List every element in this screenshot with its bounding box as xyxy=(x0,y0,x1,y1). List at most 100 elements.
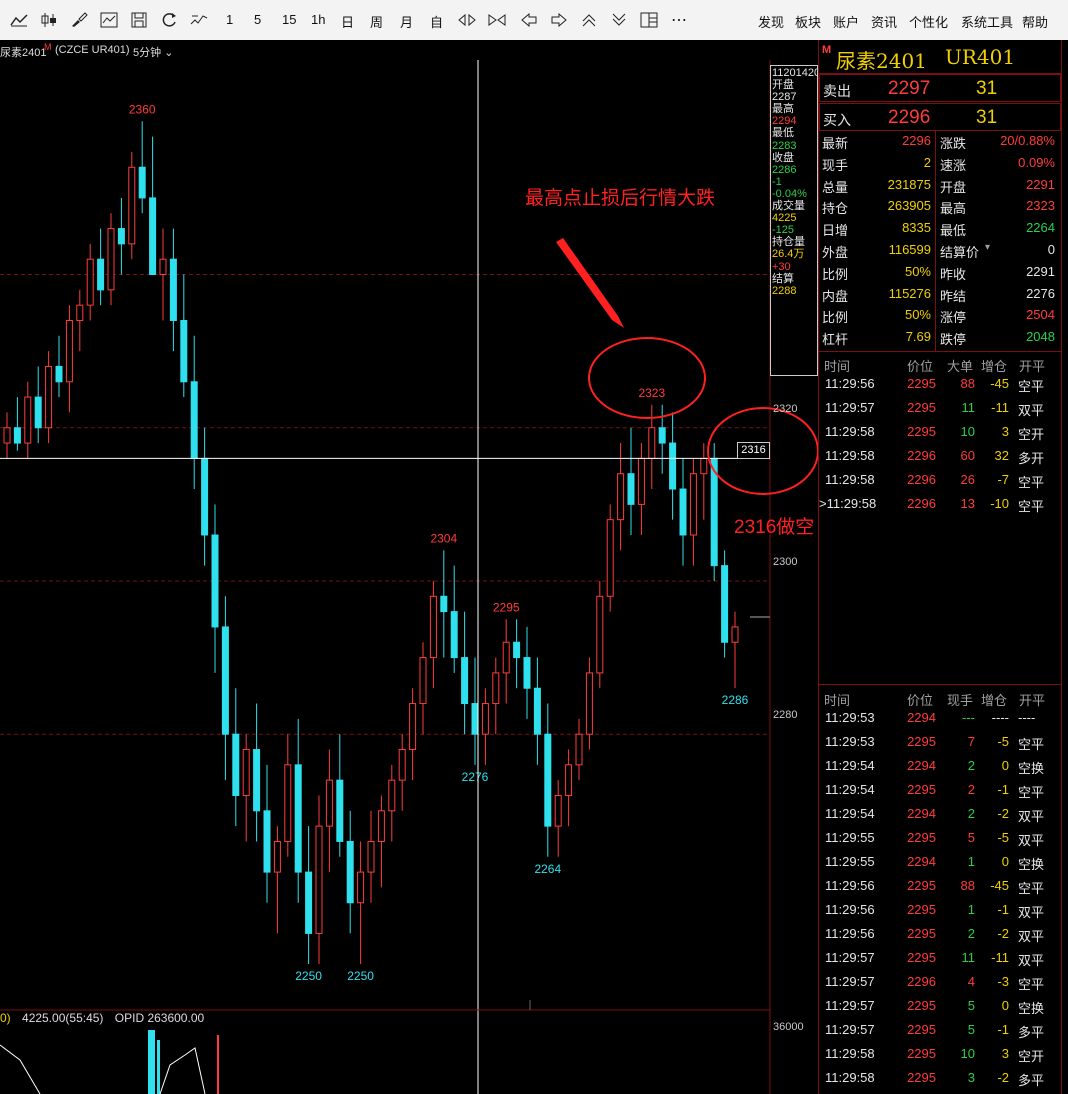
candle-icon[interactable] xyxy=(38,9,60,31)
row-time: 11:29:57 xyxy=(825,1022,875,1037)
table-row[interactable]: 11:29:56 2295 88 -45 空平 xyxy=(819,876,1061,900)
candle xyxy=(357,841,365,965)
save-icon[interactable] xyxy=(128,9,150,31)
row-volume: 26 xyxy=(960,472,975,487)
row-delta: 0 xyxy=(1001,758,1009,773)
table-header: 增仓 xyxy=(981,693,1008,708)
table-header: 现手 xyxy=(947,693,974,708)
brush-icon[interactable] xyxy=(68,9,90,31)
signal-icon[interactable] xyxy=(188,9,210,31)
table-row[interactable]: 11:29:57 2295 11 -11 双平 xyxy=(819,398,1061,422)
table-row[interactable]: >11:29:58 2296 13 -10 空平 xyxy=(819,494,1061,518)
interval-week[interactable]: 周 xyxy=(370,12,383,31)
table-row[interactable]: 11:29:57 2295 11 -11 双平 xyxy=(819,948,1061,972)
interval-15[interactable]: 15 xyxy=(282,12,296,27)
caret-down-icon[interactable]: ▾ xyxy=(985,242,990,253)
row-type: 空平 xyxy=(1018,881,1045,896)
arrow-left-icon[interactable] xyxy=(518,9,540,31)
data-window-value: -125 xyxy=(772,224,795,237)
candle-body-up xyxy=(65,319,73,383)
table-row[interactable]: 11:29:54 2294 2 -2 双平 xyxy=(819,804,1061,828)
table-row[interactable]: 11:29:57 2295 5 -1 多平 xyxy=(819,1020,1061,1044)
candle xyxy=(513,619,521,689)
table-row[interactable]: 11:29:54 2295 2 -1 空平 xyxy=(819,780,1061,804)
menu-help[interactable]: 帮助 xyxy=(1022,12,1048,31)
stat-label: 跌停 xyxy=(940,332,967,348)
stat-value: 2504 xyxy=(1026,307,1055,323)
interval-1[interactable]: 1 xyxy=(226,12,233,27)
data-window-value: 4225 xyxy=(772,212,797,225)
candlestick-chart[interactable]: 2360 2304 2295 2323 2276 2264 2250 2250 2286 231… xyxy=(0,60,818,1094)
low-price-label: 2264 xyxy=(534,862,561,876)
table-row[interactable]: 11:29:56 2295 88 -45 空平 xyxy=(819,374,1061,398)
period-selector[interactable]: 5分钟 ⌄ xyxy=(133,44,173,60)
trend-line-icon[interactable] xyxy=(8,9,30,31)
candle xyxy=(637,443,645,535)
bowtie-icon[interactable] xyxy=(486,9,508,31)
table-row[interactable]: 11:29:56 2295 1 -1 双平 xyxy=(819,900,1061,924)
menu-system-tools[interactable]: 系统工具 xyxy=(961,12,1013,31)
bid-row[interactable]: 买入 2296 31 xyxy=(819,103,1061,131)
candle xyxy=(305,826,313,965)
table-row[interactable]: 11:29:56 2295 2 -2 双平 xyxy=(819,924,1061,948)
candle xyxy=(149,136,157,276)
menu-news[interactable]: 资讯 xyxy=(871,12,897,31)
row-type: 双平 xyxy=(1018,929,1045,944)
menu-personalize[interactable]: 个性化 xyxy=(909,12,948,31)
menu-sector[interactable]: 板块 xyxy=(795,12,821,31)
layout-icon[interactable] xyxy=(638,9,660,31)
low-price-label: 2276 xyxy=(462,770,489,784)
table-row[interactable]: 11:29:58 2296 26 -7 空平 xyxy=(819,470,1061,494)
interval-month[interactable]: 月 xyxy=(400,12,413,31)
stat-label: 昨收 xyxy=(940,266,967,282)
stat-label: 涨跌 xyxy=(940,136,967,151)
arrow-right-icon[interactable] xyxy=(548,9,570,31)
interval-5[interactable]: 5 xyxy=(254,12,261,27)
high-price-label: 2360 xyxy=(129,102,156,116)
candle-body-up xyxy=(429,595,437,659)
table-row[interactable]: 11:29:58 2295 10 3 空开 xyxy=(819,1044,1061,1068)
refresh-icon[interactable] xyxy=(158,9,180,31)
candle-body-down xyxy=(190,381,198,459)
interval-custom[interactable]: 自 xyxy=(430,12,443,31)
row-volume: 88 xyxy=(960,878,975,893)
table-row[interactable]: 11:29:58 2295 3 -2 多平 xyxy=(819,1068,1061,1092)
volume-pane-header: 0) 4225.00(55:45) OPID 263600.00 xyxy=(0,1011,204,1025)
table-row[interactable]: 11:29:54 2294 2 0 空换 xyxy=(819,756,1061,780)
period-marker: M xyxy=(44,42,52,52)
indicator-icon[interactable] xyxy=(98,9,120,31)
row-type: 双平 xyxy=(1018,403,1045,418)
candle-body-up xyxy=(24,396,32,444)
table-row[interactable]: 11:29:57 2296 4 -3 空平 xyxy=(819,972,1061,996)
table-row[interactable]: 11:29:53 2294 --- ---- ---- xyxy=(819,708,1061,732)
table-row[interactable]: 11:29:55 2294 1 0 空换 xyxy=(819,852,1061,876)
table-row[interactable]: 11:29:53 2295 7 -5 空平 xyxy=(819,732,1061,756)
more-icon[interactable]: ⋯ xyxy=(668,9,690,31)
interval-day[interactable]: 日 xyxy=(341,12,354,31)
row-type: 空平 xyxy=(1018,499,1045,514)
row-time: 11:29:58 xyxy=(825,448,875,463)
ask-row[interactable]: 卖出 2297 31 xyxy=(819,74,1061,102)
row-time: 11:29:57 xyxy=(825,950,875,965)
interval-1h[interactable]: 1h xyxy=(311,12,325,27)
opid-line xyxy=(159,1047,206,1094)
row-volume: 3 xyxy=(967,1070,975,1085)
arrow-down-icon[interactable] xyxy=(608,9,630,31)
chart-info-bar: 尿素2401 M (CZCE UR401) 5分钟 ⌄ xyxy=(0,40,818,60)
diamond-icon[interactable] xyxy=(456,9,478,31)
opid-value: OPID 263600.00 xyxy=(114,1011,205,1025)
candle-body-up xyxy=(45,365,53,429)
table-row[interactable]: 11:29:58 2295 10 3 空开 xyxy=(819,422,1061,446)
menu-account[interactable]: 账户 xyxy=(833,12,859,31)
candle-body-up xyxy=(357,871,365,904)
stat-value: 8335 xyxy=(902,220,931,236)
candle-body-up xyxy=(107,228,115,291)
row-time: 11:29:58 xyxy=(825,1070,875,1085)
table-row[interactable]: 11:29:58 2296 60 32 多开 xyxy=(819,446,1061,470)
candle xyxy=(731,611,739,689)
menu-discover[interactable]: 发现 xyxy=(758,12,784,31)
table-row[interactable]: 11:29:55 2295 5 -5 双平 xyxy=(819,828,1061,852)
arrow-up-icon[interactable] xyxy=(578,9,600,31)
table-row[interactable]: 11:29:57 2295 5 0 空换 xyxy=(819,996,1061,1020)
row-delta: 0 xyxy=(1001,854,1009,869)
